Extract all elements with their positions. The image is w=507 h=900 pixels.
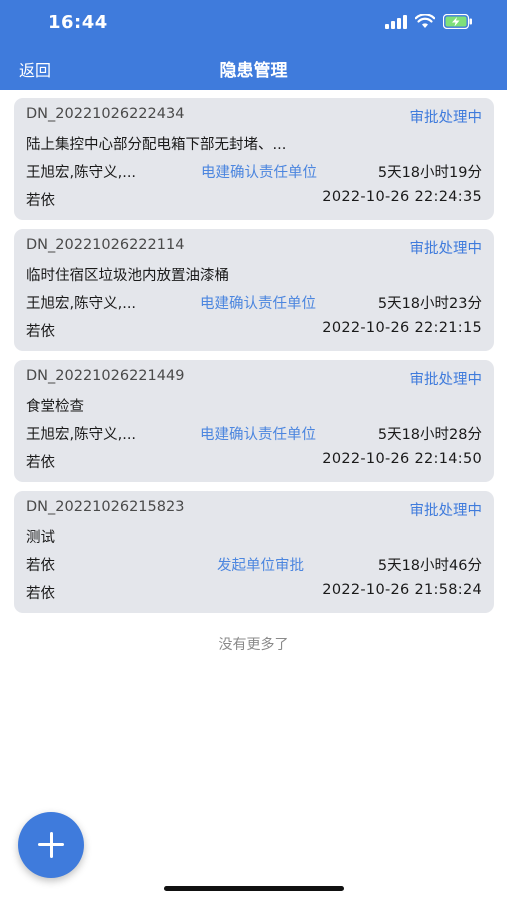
created-datetime: 2022-10-26 22:14:50 [322,451,482,467]
hazard-description: 陆上集控中心部分配电箱下部无封堵、... [26,137,287,153]
wifi-icon [415,14,435,28]
creator: 若依 [26,455,55,471]
hazard-code: DN_20221026222434 [26,106,185,122]
created-datetime: 2022-10-26 21:58:24 [322,582,482,598]
status-icons [385,14,473,29]
hazard-list: DN_20221026222434 审批处理中 陆上集控中心部分配电箱下部无封堵… [14,98,494,622]
signal-icon [385,14,407,29]
elapsed-duration: 5天18小时19分 [377,165,482,181]
status-time: 16:44 [48,12,108,33]
no-more-text: 没有更多了 [218,637,289,653]
battery-charging-icon [443,14,472,29]
status-badge: 审批处理中 [409,110,483,126]
hazard-description: 测试 [26,530,55,546]
responsible-people: 王旭宏,陈守义,... [26,296,137,312]
status-bar: 16:44 [0,0,507,46]
hazard-description: 食堂检查 [26,399,84,415]
created-datetime: 2022-10-26 22:21:15 [322,320,482,336]
page-title: 隐患管理 [219,61,288,81]
creator: 若依 [26,324,55,340]
hazard-card[interactable]: DN_20221026221449 审批处理中 食堂检查 王旭宏,陈守义,...… [14,360,494,482]
creator: 若依 [26,586,55,602]
hazard-card[interactable]: DN_20221026215823 审批处理中 测试 若依 发起单位审批 5天1… [14,491,494,613]
elapsed-duration: 5天18小时46分 [377,558,482,574]
status-badge: 审批处理中 [409,372,483,388]
elapsed-duration: 5天18小时28分 [377,427,482,443]
home-indicator [164,886,344,891]
hazard-description: 临时住宿区垃圾池内放置油漆桶 [26,268,229,284]
created-datetime: 2022-10-26 22:24:35 [322,189,482,205]
status-badge: 审批处理中 [409,241,483,257]
current-step: 电建确认责任单位 [200,296,316,312]
hazard-card[interactable]: DN_20221026222434 审批处理中 陆上集控中心部分配电箱下部无封堵… [14,98,494,220]
add-hazard-button[interactable] [18,812,84,878]
responsible-people: 若依 [26,558,55,574]
current-step: 电建确认责任单位 [201,165,317,181]
app-header: 16:44 返回 隐患管理 [0,0,507,90]
hazard-card[interactable]: DN_20221026222114 审批处理中 临时住宿区垃圾池内放置油漆桶 王… [14,229,494,351]
creator: 若依 [26,193,55,209]
elapsed-duration: 5天18小时23分 [377,296,482,312]
nav-bar: 返回 隐患管理 [0,46,507,90]
responsible-people: 王旭宏,陈守义,... [26,165,137,181]
card-header-row: DN_20221026222434 审批处理中 [26,106,482,128]
current-step: 发起单位审批 [217,558,304,574]
responsible-people: 王旭宏,陈守义,... [26,427,137,443]
hazard-code: DN_20221026222114 [26,237,185,253]
status-badge: 审批处理中 [409,503,483,519]
hazard-code: DN_20221026215823 [26,499,185,515]
current-step: 电建确认责任单位 [200,427,316,443]
hazard-code: DN_20221026221449 [26,368,185,384]
